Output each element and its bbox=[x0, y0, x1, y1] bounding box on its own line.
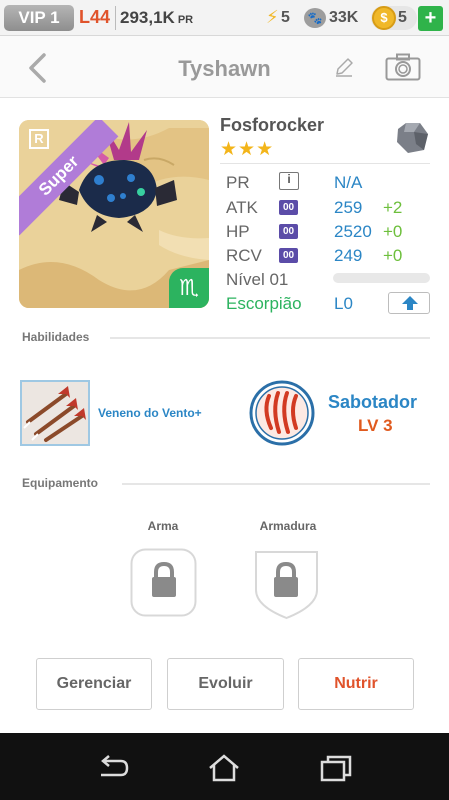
stat-chip-icon: 00 bbox=[279, 248, 298, 263]
monster-portrait[interactable]: Super R ♏ bbox=[19, 120, 209, 308]
coin-count: 5 bbox=[398, 9, 407, 26]
player-power: 293,1K PR bbox=[120, 8, 194, 27]
zodiac-upgrade-button[interactable] bbox=[388, 292, 430, 314]
player-level: L44 bbox=[79, 7, 111, 27]
monster-name: Fosforocker bbox=[220, 115, 325, 135]
armor-slot[interactable] bbox=[253, 548, 320, 620]
page-header: Tyshawn bbox=[0, 36, 449, 98]
skills-section-label: Habilidades bbox=[22, 330, 90, 344]
stat-label-pr: PR bbox=[226, 173, 250, 192]
stat-value-atk: 259 bbox=[334, 198, 363, 217]
feed-button[interactable]: Nutrir bbox=[298, 658, 414, 710]
stat-chip-icon: 00 bbox=[279, 224, 298, 239]
info-icon[interactable]: i bbox=[279, 172, 299, 190]
rarity-letter: R bbox=[29, 129, 49, 149]
stat-label-rcv: RCV bbox=[226, 246, 262, 265]
evolve-button[interactable]: Evoluir bbox=[167, 658, 284, 710]
recent-apps-icon[interactable] bbox=[318, 753, 354, 783]
divider bbox=[220, 163, 430, 164]
weapon-slot[interactable] bbox=[130, 548, 197, 618]
coin-icon: $ bbox=[372, 6, 396, 30]
rock-element-icon[interactable] bbox=[394, 120, 430, 156]
armor-label: Armadura bbox=[259, 519, 317, 533]
stat-bonus-hp: +0 bbox=[383, 222, 403, 241]
star-rating: ★★★ bbox=[220, 139, 275, 160]
claw-ability-icon[interactable] bbox=[249, 380, 315, 446]
vip-badge[interactable]: VIP 1 bbox=[4, 5, 74, 31]
skill-name: Veneno do Vento+ bbox=[98, 406, 202, 420]
stat-label-hp: HP bbox=[226, 222, 250, 241]
stat-value-hp: 2520 bbox=[334, 222, 372, 241]
stat-chip-icon: 00 bbox=[279, 200, 298, 215]
weapon-label: Arma bbox=[147, 519, 179, 533]
zodiac-level: L0 bbox=[334, 294, 353, 313]
paw-count: 33K bbox=[329, 9, 359, 26]
level-progress-bar bbox=[333, 273, 430, 283]
add-coins-button[interactable]: + bbox=[418, 6, 443, 31]
stat-bonus-atk: +2 bbox=[383, 198, 403, 217]
camera-icon[interactable] bbox=[385, 53, 421, 81]
edit-pencil-icon[interactable] bbox=[333, 56, 355, 78]
scorpio-zodiac-icon: ♏ bbox=[169, 268, 209, 308]
page-title: Tyshawn bbox=[178, 56, 271, 81]
wind-poison-skill-icon[interactable] bbox=[20, 380, 90, 446]
manage-button[interactable]: Gerenciar bbox=[36, 658, 152, 710]
divider bbox=[110, 337, 430, 339]
energy-count: 5 bbox=[281, 9, 290, 26]
stat-label-atk: ATK bbox=[226, 198, 258, 217]
status-bar: VIP 1 L44 293,1K PR ⚡ 5 🐾 33K $ 5 + bbox=[0, 0, 449, 36]
up-arrow-icon bbox=[402, 296, 418, 310]
back-nav-icon[interactable] bbox=[95, 753, 131, 783]
divider bbox=[122, 483, 430, 485]
level-label: Nível 01 bbox=[226, 270, 289, 289]
stat-value-pr: N/A bbox=[334, 173, 363, 192]
arrows-icon bbox=[22, 382, 88, 444]
ability-name: Sabotador bbox=[328, 392, 418, 412]
lightning-icon: ⚡ bbox=[266, 7, 279, 27]
stat-bonus-rcv: +0 bbox=[383, 246, 403, 265]
system-nav-bar bbox=[0, 733, 449, 800]
divider bbox=[115, 6, 116, 30]
stat-value-rcv: 249 bbox=[334, 246, 363, 265]
paw-icon: 🐾 bbox=[304, 8, 326, 28]
equipment-section-label: Equipamento bbox=[22, 476, 99, 490]
zodiac-name: Escorpião bbox=[226, 294, 302, 313]
home-nav-icon[interactable] bbox=[206, 753, 242, 783]
ability-level: LV 3 bbox=[358, 416, 393, 435]
